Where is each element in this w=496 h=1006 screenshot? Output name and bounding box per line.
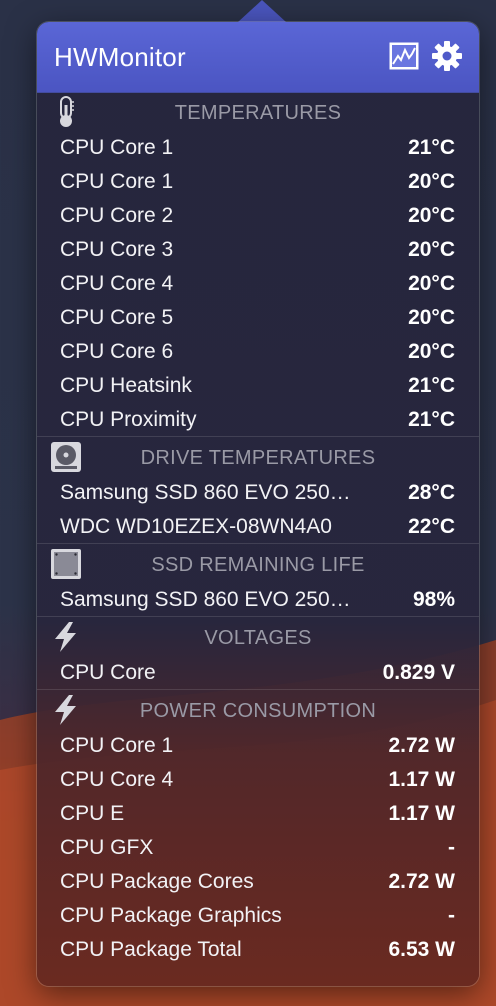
sensor-label: Samsung SSD 860 EVO 250… bbox=[60, 588, 351, 611]
sensor-row[interactable]: CPU Package Cores 2.72 W bbox=[37, 864, 479, 898]
panel-header: HWMonitor bbox=[37, 22, 479, 93]
sensor-value: 20°C bbox=[408, 238, 455, 261]
sensor-row[interactable]: CPU Core 1 20°C bbox=[37, 164, 479, 198]
sensor-label: CPU Core 5 bbox=[60, 306, 174, 329]
sensor-value: 2.72 W bbox=[388, 734, 455, 757]
sensor-label: CPU Heatsink bbox=[60, 374, 192, 397]
sensor-label: CPU Core 4 bbox=[60, 768, 174, 791]
app-title: HWMonitor bbox=[54, 42, 186, 72]
sensor-value: 1.17 W bbox=[388, 768, 455, 791]
popover-arrow bbox=[238, 0, 286, 22]
sensor-value: 21°C bbox=[408, 408, 455, 431]
section-title: VOLTAGES bbox=[204, 627, 312, 649]
sensor-row[interactable]: CPU Core 4 20°C bbox=[37, 266, 479, 300]
sensor-label: CPU Package Cores bbox=[60, 870, 254, 893]
hwmonitor-panel: HWMonitor TEMPERATURES CPU Core 1 21°C C… bbox=[37, 22, 479, 986]
sensor-row[interactable]: CPU Core 0.829 V bbox=[37, 655, 479, 689]
section-temperatures: TEMPERATURES bbox=[37, 92, 479, 130]
sensor-value: 1.17 W bbox=[388, 802, 455, 825]
sensor-label: CPU Package Graphics bbox=[60, 904, 282, 927]
sensor-row[interactable]: CPU Core 3 20°C bbox=[37, 232, 479, 266]
sensor-value: 20°C bbox=[408, 204, 455, 227]
sensor-label: CPU Core 4 bbox=[60, 272, 174, 295]
sensor-value: 2.72 W bbox=[388, 870, 455, 893]
sensor-value: 98% bbox=[412, 588, 455, 611]
section-title: TEMPERATURES bbox=[174, 102, 342, 124]
sensor-value: 20°C bbox=[408, 170, 455, 193]
sensor-value: 21°C bbox=[408, 136, 455, 159]
sensor-label: CPU Core 2 bbox=[60, 204, 174, 227]
sensor-row[interactable]: CPU Proximity 21°C bbox=[37, 402, 479, 436]
sensor-value: - bbox=[448, 836, 455, 859]
sensor-label: WDC WD10EZEX-08WN4A0 bbox=[60, 515, 332, 538]
sensor-row[interactable]: CPU Core 1 21°C bbox=[37, 130, 479, 164]
sensor-row[interactable]: CPU E 1.17 W bbox=[37, 796, 479, 830]
settings-button[interactable] bbox=[431, 40, 463, 72]
section-title: POWER CONSUMPTION bbox=[139, 700, 377, 722]
sensor-row[interactable]: CPU Heatsink 21°C bbox=[37, 368, 479, 402]
sensor-value: - bbox=[448, 904, 455, 927]
graph-icon bbox=[389, 42, 419, 70]
section-drive-temperatures: DRIVE TEMPERATURES bbox=[37, 436, 479, 475]
sensor-value: 21°C bbox=[408, 374, 455, 397]
section-title: DRIVE TEMPERATURES bbox=[140, 447, 376, 469]
sensor-label: CPU Core 6 bbox=[60, 340, 174, 363]
sensor-row[interactable]: CPU Package Total 6.53 W bbox=[37, 932, 479, 966]
sensor-value: 20°C bbox=[408, 340, 455, 363]
sensor-row[interactable]: Samsung SSD 860 EVO 250… 98% bbox=[37, 582, 479, 616]
sensor-value: 28°C bbox=[408, 481, 455, 504]
section-title: SSD REMAINING LIFE bbox=[151, 554, 365, 576]
sensor-row[interactable]: CPU Core 5 20°C bbox=[37, 300, 479, 334]
sensor-row[interactable]: CPU Core 1 2.72 W bbox=[37, 728, 479, 762]
graph-button[interactable] bbox=[389, 42, 419, 70]
sensor-value: 20°C bbox=[408, 306, 455, 329]
sensor-label: CPU Core 1 bbox=[60, 734, 174, 757]
sensor-row[interactable]: CPU Core 2 20°C bbox=[37, 198, 479, 232]
gear-icon bbox=[432, 41, 462, 71]
sensor-row[interactable]: WDC WD10EZEX-08WN4A0 22°C bbox=[37, 509, 479, 543]
sensor-value: 0.829 V bbox=[382, 661, 455, 684]
section-ssd-remaining-life: SSD REMAINING LIFE bbox=[37, 543, 479, 582]
sensor-row[interactable]: CPU GFX - bbox=[37, 830, 479, 864]
sensor-row[interactable]: CPU Core 6 20°C bbox=[37, 334, 479, 368]
section-power-consumption: POWER CONSUMPTION bbox=[37, 689, 479, 728]
section-voltages: VOLTAGES bbox=[37, 616, 479, 655]
sensor-value: 6.53 W bbox=[388, 938, 455, 961]
sensor-value: 22°C bbox=[408, 515, 455, 538]
sensor-row[interactable]: CPU Package Graphics - bbox=[37, 898, 479, 932]
sensor-label: CPU Core bbox=[60, 661, 156, 684]
sensor-label: CPU Proximity bbox=[60, 408, 197, 431]
sensor-label: CPU GFX bbox=[60, 836, 154, 859]
sensor-row[interactable]: CPU Core 4 1.17 W bbox=[37, 762, 479, 796]
sensor-label: CPU Package Total bbox=[60, 938, 242, 961]
sensor-label: CPU Core 3 bbox=[60, 238, 174, 261]
sensor-row[interactable]: Samsung SSD 860 EVO 250… 28°C bbox=[37, 475, 479, 509]
sensor-label: CPU Core 1 bbox=[60, 170, 174, 193]
sensor-label: Samsung SSD 860 EVO 250… bbox=[60, 481, 351, 504]
sensor-value: 20°C bbox=[408, 272, 455, 295]
sensor-label: CPU Core 1 bbox=[60, 136, 174, 159]
sensor-label: CPU E bbox=[60, 802, 125, 825]
sensor-list: TEMPERATURES CPU Core 1 21°C CPU Core 1 20… bbox=[37, 92, 479, 966]
